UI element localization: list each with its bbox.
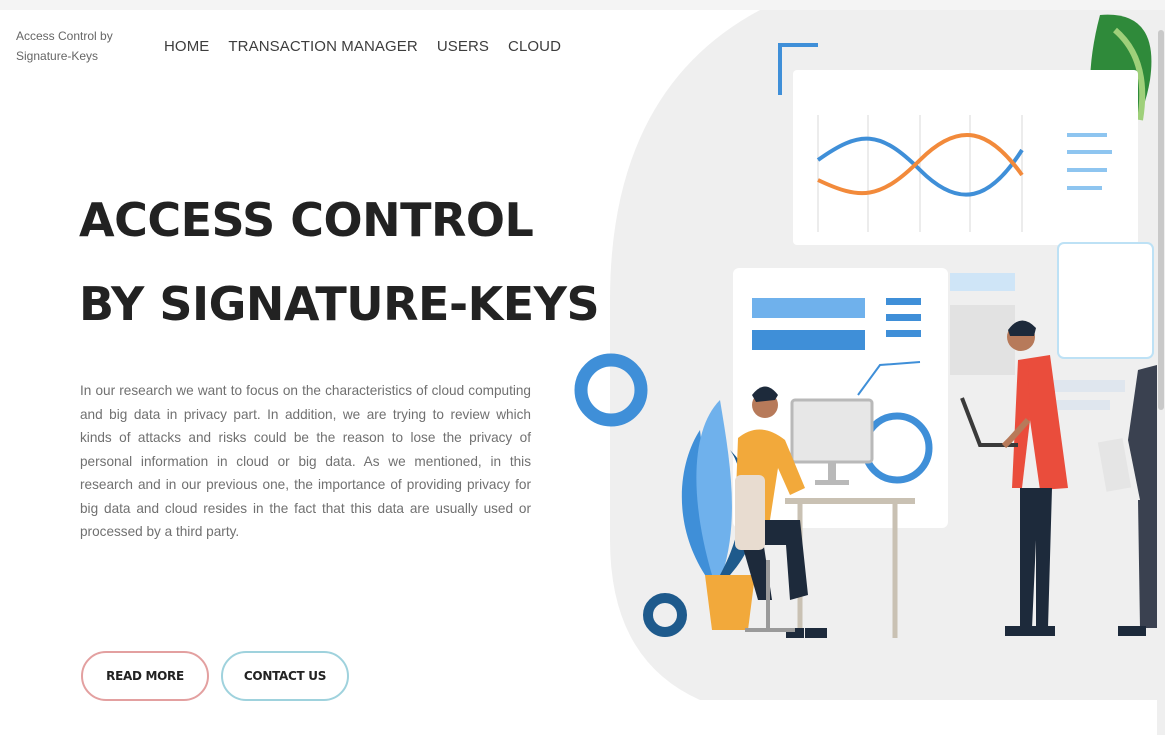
- hero-illustration: [574, 10, 1157, 700]
- scroll-thumb[interactable]: [1158, 30, 1164, 410]
- contact-us-button[interactable]: CONTACT US: [221, 651, 349, 701]
- hero-title: ACCESS CONTROL BY SIGNATURE-KEYS: [79, 178, 600, 346]
- nav-transaction-manager[interactable]: TRANSACTION MANAGER: [228, 38, 417, 55]
- brand-logo-text[interactable]: Access Control by Signature-Keys: [16, 26, 136, 66]
- hero-description: In our research we want to focus on the …: [80, 383, 531, 539]
- scrollbar[interactable]: [1157, 10, 1165, 735]
- nav-cloud[interactable]: CLOUD: [508, 38, 561, 55]
- hero-title-line-2: BY SIGNATURE-KEYS: [79, 277, 600, 331]
- nav-users[interactable]: USERS: [437, 38, 489, 55]
- brand-line-1: Access Control by: [16, 29, 113, 43]
- hero-title-line-1: ACCESS CONTROL: [79, 193, 534, 247]
- main-nav: HOME TRANSACTION MANAGER USERS CLOUD: [164, 38, 561, 55]
- nav-home[interactable]: HOME: [164, 38, 209, 55]
- read-more-button[interactable]: READ MORE: [81, 651, 209, 701]
- brand-line-2: Signature-Keys: [16, 49, 99, 63]
